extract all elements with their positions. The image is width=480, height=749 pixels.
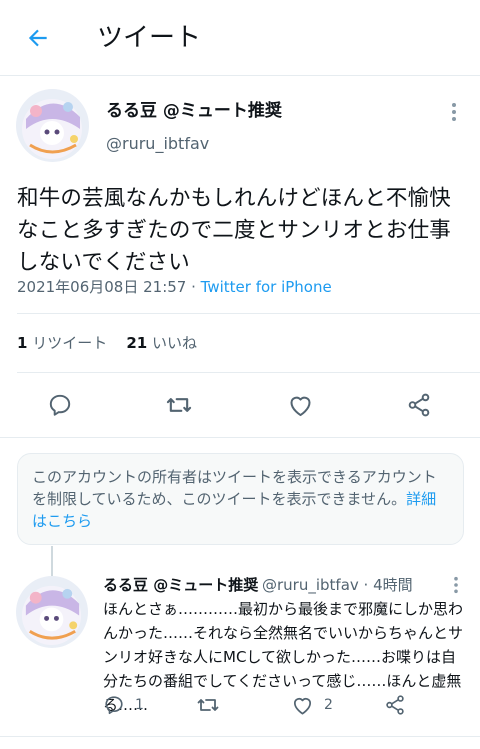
more-button[interactable]: [442, 100, 466, 124]
like-label: いいね: [151, 334, 197, 352]
retweet-icon: [166, 398, 192, 412]
divider: [0, 736, 480, 737]
vertical-ellipsis-icon: [452, 103, 456, 121]
reply-meta: @ruru_ibtfav · 4時間: [262, 576, 413, 594]
divider: [0, 437, 480, 438]
reply-share-button[interactable]: [384, 692, 406, 718]
retweet-button[interactable]: [163, 389, 195, 421]
avatar-image: [16, 576, 88, 648]
reply-reply-button[interactable]: 1: [103, 692, 144, 718]
divider: [17, 313, 480, 314]
share-icon: [408, 393, 430, 417]
tweet-stats: 1 リツイート 21 いいね: [17, 333, 197, 353]
restricted-notice: このアカウントの所有者はツイートを表示できるアカウントを制限しているため、このツ…: [17, 453, 464, 545]
thread-line: [51, 546, 53, 576]
arrow-left-icon: [28, 29, 47, 47]
retweet-stat[interactable]: 1 リツイート: [17, 334, 107, 352]
author-name[interactable]: るる豆 @ミュート推奨: [106, 100, 282, 122]
reply-author-name[interactable]: るる豆 @ミュート推奨: [103, 575, 258, 595]
avatar[interactable]: [16, 89, 89, 162]
page-title: ツイート: [97, 23, 202, 53]
heart-icon: [289, 396, 311, 416]
divider: [17, 372, 480, 373]
avatar-image: [16, 89, 89, 162]
reply-like-button[interactable]: 2: [291, 692, 333, 718]
top-bar: ツイート: [0, 0, 480, 76]
retweet-icon: [197, 699, 219, 711]
share-button[interactable]: [403, 389, 435, 421]
tweet-source[interactable]: Twitter for iPhone: [201, 278, 332, 296]
heart-icon: [293, 697, 312, 715]
back-button[interactable]: [22, 22, 54, 54]
like-button[interactable]: [284, 389, 316, 421]
reply-retweet-button[interactable]: [196, 692, 220, 718]
reply-button[interactable]: [44, 389, 76, 421]
tweet-timestamp: 2021年06月08日 21:57: [17, 278, 187, 296]
notice-text: このアカウントの所有者はツイートを表示できるアカウントを制限しているため、このツ…: [32, 468, 437, 508]
retweet-count: 1: [17, 334, 28, 352]
speech-bubble-icon: [49, 394, 71, 416]
reply-more-button[interactable]: [444, 573, 468, 597]
like-count: 21: [126, 334, 148, 352]
speech-bubble-icon: [105, 696, 123, 715]
tweet-meta: 2021年06月08日 21:57 · Twitter for iPhone: [17, 277, 332, 297]
author-handle[interactable]: @ruru_ibtfav: [106, 133, 209, 155]
reply-like-count: 2: [324, 697, 333, 713]
meta-separator: ·: [186, 278, 201, 296]
vertical-ellipsis-icon: [454, 576, 458, 594]
reply-avatar[interactable]: [16, 576, 88, 648]
share-icon: [386, 695, 404, 715]
like-stat[interactable]: 21 いいね: [126, 334, 197, 352]
tweet-text: 和牛の芸風なんかもしれんけどほんと不愉快なこと多すぎたので二度とサンリオとお仕事…: [17, 186, 452, 275]
retweet-label: リツイート: [32, 334, 108, 352]
reply-count: 1: [135, 697, 144, 713]
reply-text: ほんとさぁ…………最初から最後まで邪魔にしか思わんかった……それなら全然無名でい…: [103, 600, 464, 714]
